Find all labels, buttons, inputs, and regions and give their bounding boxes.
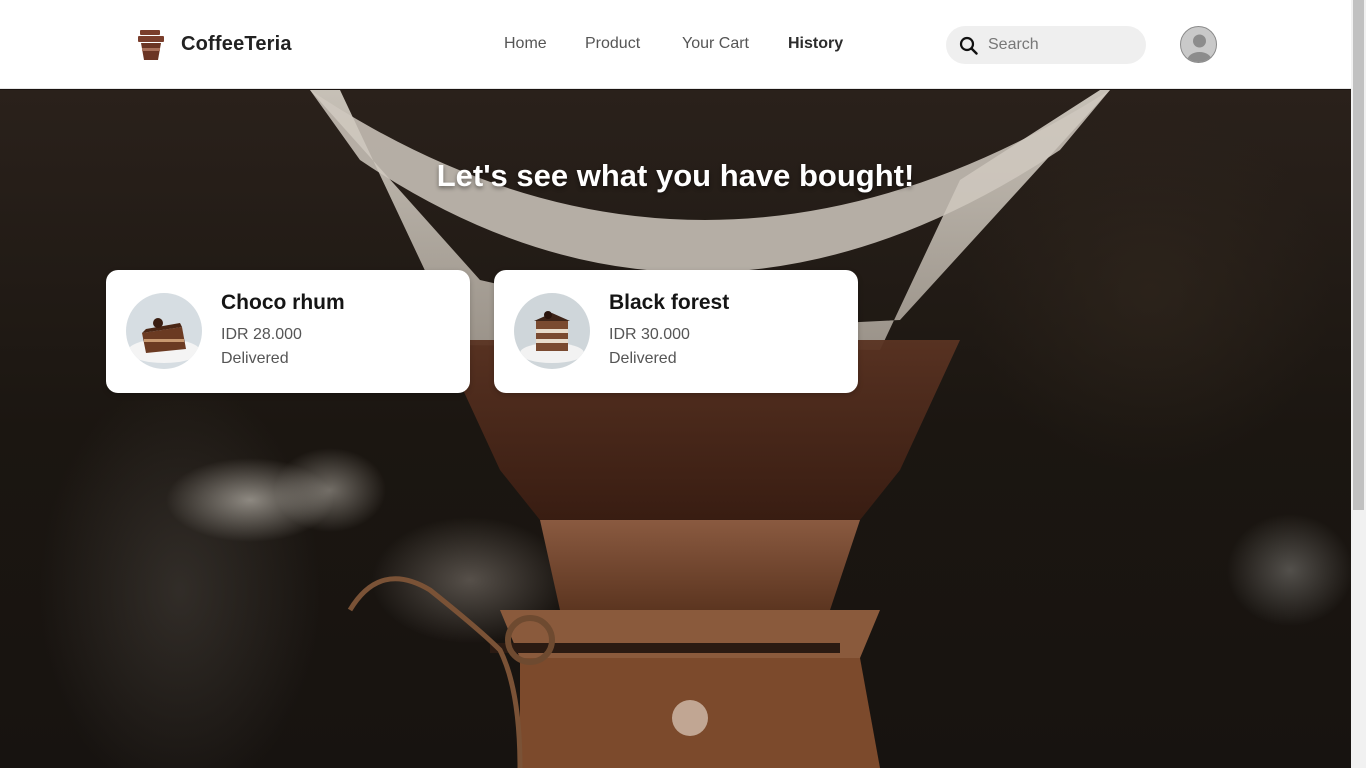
scrollbar-thumb[interactable] — [1353, 0, 1364, 510]
search-input[interactable] — [988, 26, 1138, 64]
nav-product[interactable]: Product — [585, 35, 640, 53]
order-status: Delivered — [609, 350, 677, 367]
nav-home[interactable]: Home — [504, 35, 547, 53]
search-box — [946, 26, 1146, 64]
order-status: Delivered — [221, 350, 289, 367]
product-thumbnail — [126, 293, 202, 369]
hero-background: Let's see what you have bought! Choco rh… — [0, 90, 1351, 768]
search-icon[interactable] — [959, 36, 978, 55]
product-price: IDR 28.000 — [221, 326, 302, 343]
nav-your-cart[interactable]: Your Cart — [682, 35, 749, 53]
product-name: Choco rhum — [221, 291, 345, 314]
product-price: IDR 30.000 — [609, 326, 690, 343]
page-title: Let's see what you have bought! — [436, 158, 915, 193]
avatar[interactable] — [1180, 26, 1217, 63]
coffee-cup-icon[interactable] — [136, 28, 166, 61]
product-thumbnail — [514, 293, 590, 369]
order-card[interactable]: Black forest IDR 30.000 Delivered — [494, 270, 858, 393]
cake-slice-icon — [126, 293, 202, 369]
user-icon — [1187, 34, 1212, 62]
cake-slice-icon — [514, 293, 590, 369]
nav-history[interactable]: History — [788, 35, 843, 53]
top-navbar: CoffeeTeria Home Product Your Cart Histo… — [0, 0, 1351, 89]
product-name: Black forest — [609, 291, 730, 314]
brand-name[interactable]: CoffeeTeria — [181, 33, 292, 56]
order-card[interactable]: Choco rhum IDR 28.000 Delivered — [106, 270, 470, 393]
